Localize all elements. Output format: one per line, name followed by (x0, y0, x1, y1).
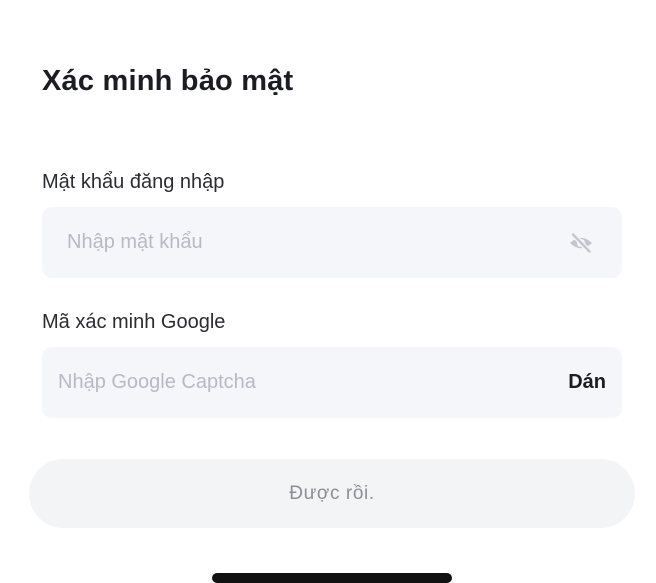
google-code-label: Mã xác minh Google (42, 311, 226, 333)
page-title: Xác minh bảo mật (42, 65, 294, 97)
password-input[interactable] (67, 207, 566, 278)
home-indicator (212, 573, 452, 583)
password-field[interactable] (42, 207, 622, 278)
google-code-field[interactable]: Dán (42, 347, 622, 418)
eye-off-icon[interactable] (566, 228, 596, 258)
confirm-button[interactable]: Được rồi. (29, 459, 635, 528)
password-label: Mật khẩu đăng nhập (42, 171, 225, 193)
google-code-input[interactable] (58, 347, 557, 418)
paste-button[interactable]: Dán (556, 371, 606, 394)
